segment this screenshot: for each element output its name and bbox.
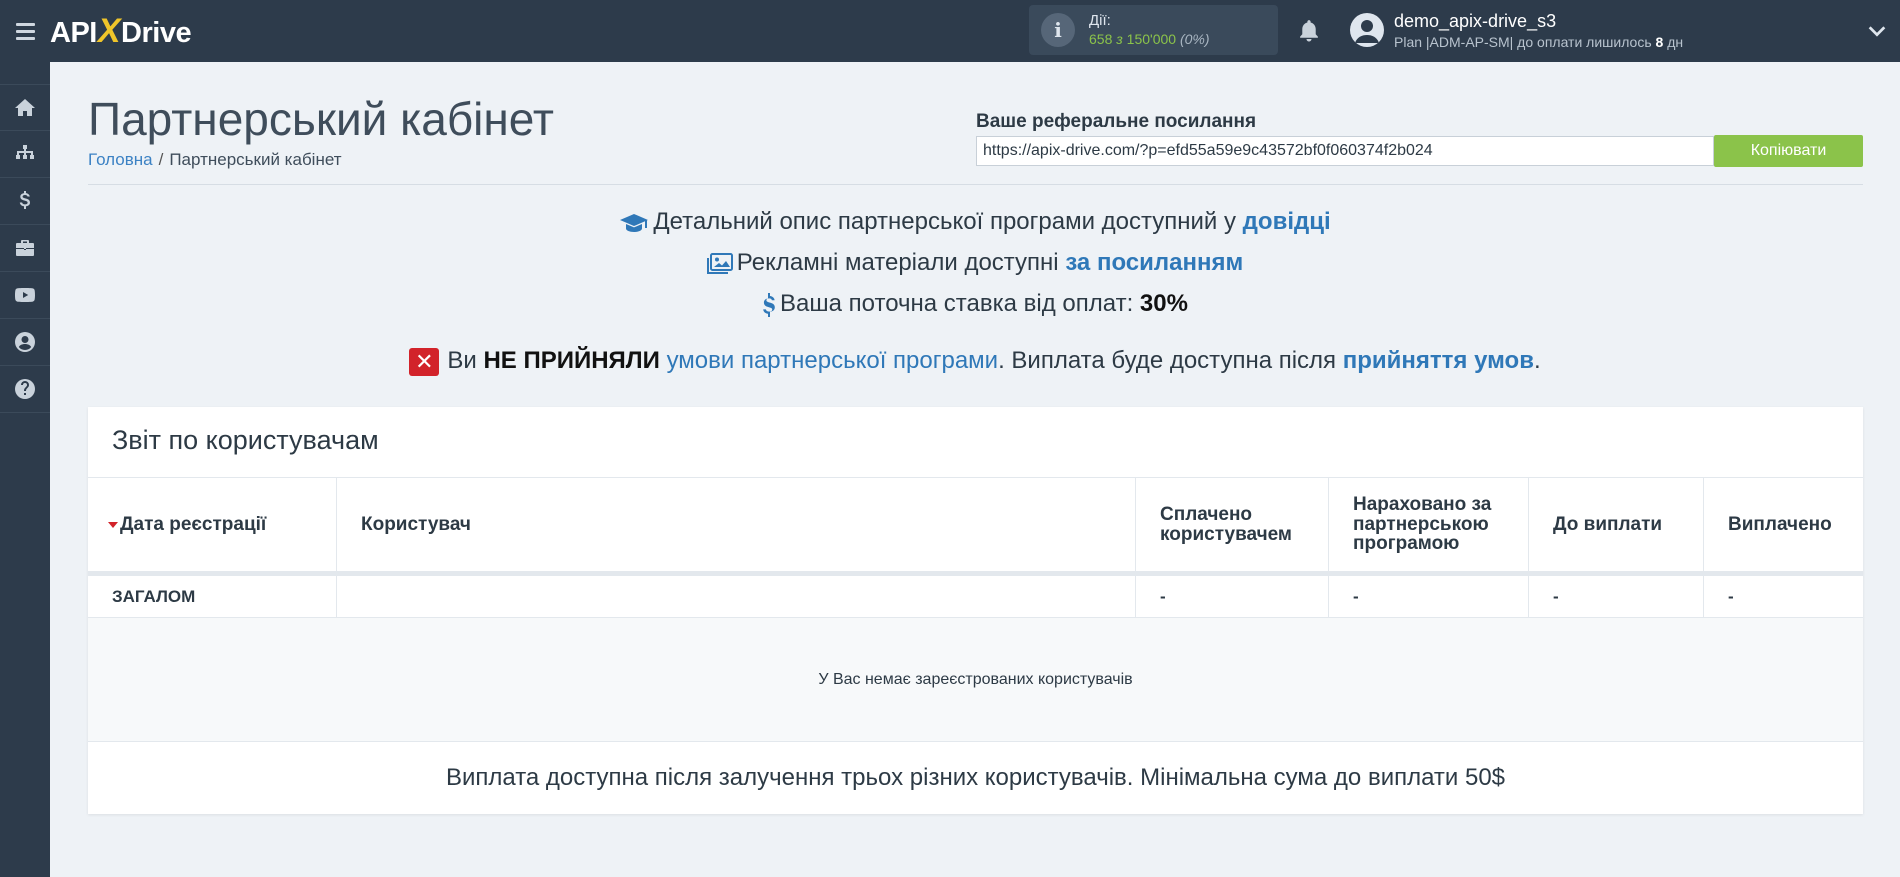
header-divider [88,184,1863,185]
info-line-rate-text: Ваша поточна ставка від оплат: [780,290,1134,317]
actions-of: з [1116,30,1123,47]
sort-desc-icon [108,521,118,528]
total-accrued: - [1329,576,1529,617]
column-accrued[interactable]: Нараховано за партнерською програмою [1329,478,1529,571]
apix-drive-logo[interactable]: API X Drive [50,11,192,51]
column-label: Виплачено [1728,513,1832,535]
breadcrumb: Головна / Партнерський кабінет [88,150,342,170]
actions-count: 658 з 150'000 (0%) [1089,31,1210,49]
breadcrumb-current: Партнерський кабінет [169,150,342,169]
user-icon [1355,20,1379,43]
sidebar [0,62,50,877]
referral-label: Ваше реферальне посилання [976,111,1257,132]
info-line-help-text: Детальний опис партнерської програми дос… [653,208,1236,235]
hamburger-icon [15,21,35,42]
column-label: Дата реєстрації [120,513,267,535]
bell-icon[interactable] [1296,18,1322,44]
help-link[interactable]: довідці [1243,208,1331,235]
total-user [337,576,1136,617]
dollar-icon [763,292,775,317]
materials-link[interactable]: за посиланням [1065,249,1243,276]
info-icon: i [1041,13,1075,47]
info-line-materials: Рекламні матеріали доступні за посилання… [0,249,1900,277]
referral-link-input[interactable] [976,136,1714,166]
sidebar-item-connections[interactable] [0,131,50,178]
copy-button[interactable]: Копіювати [1714,135,1863,167]
column-registration-date[interactable]: Дата реєстрації [88,478,337,571]
commission-rate: 30% [1139,290,1188,317]
payout-note: Виплата доступна після залучення трьох р… [445,764,1506,791]
logo-text-left: API [50,16,97,49]
actions-counter[interactable]: i Дії: 658 з 150'000 (0%) [1029,5,1278,55]
empty-state-message: У Вас немає зареєстрованих користувачів [88,618,1863,742]
users-report-card: Звіт по користувачам Дата реєстрації Кор… [88,407,1863,814]
logo-text-right: Drive [121,16,192,49]
top-bar: API X Drive [0,0,1900,62]
sidebar-item-home[interactable] [0,84,50,131]
column-to-pay[interactable]: До виплати [1529,478,1704,571]
column-label: Нараховано за партнерською програмою [1353,493,1492,555]
user-avatar[interactable] [1350,13,1384,47]
chevron-down-icon[interactable] [1866,20,1888,42]
graduation-cap-icon [620,213,649,232]
sitemap-icon [16,145,34,159]
total-to-pay: - [1529,576,1704,617]
breadcrumb-separator: / [158,150,164,169]
column-label: Сплачено користувачем [1160,503,1292,545]
column-label: Користувач [361,513,471,535]
plan-days-unit: дн [1667,34,1684,50]
total-label: ЗАГАЛОМ [88,576,337,617]
page-title: Партнерський кабінет [88,93,554,145]
logo-x: X [97,11,121,50]
report-title: Звіт по користувачам [112,425,379,455]
info-line-help: Детальний опис партнерської програми дос… [0,208,1900,236]
actions-percent: (0%) [1179,30,1210,47]
terms-not-accepted: НЕ ПРИЙНЯЛИ [483,347,660,374]
actions-total: 150'000 [1126,30,1177,47]
images-icon [706,252,733,274]
column-label: До виплати [1553,513,1663,535]
column-paid-out[interactable]: Виплачено [1704,478,1863,571]
actions-used: 658 [1089,30,1113,47]
program-terms-link[interactable]: умови партнерської програми [667,347,999,374]
column-user[interactable]: Користувач [337,478,1136,571]
user-plan: Plan |ADM-AP-SM| до оплати лишилось 8 дн [1394,34,1683,50]
plan-text: Plan |ADM-AP-SM| до оплати лишилось [1394,34,1652,50]
actions-title: Дії: [1089,11,1111,29]
column-paid-by-user[interactable]: Сплачено користувачем [1136,478,1329,571]
table-header: Дата реєстрації Користувач Сплачено кори… [88,478,1863,576]
terms-end: . [1533,347,1541,374]
user-name[interactable]: demo_apix-drive_s3 [1394,11,1556,32]
total-paid-by-user: - [1136,576,1329,617]
total-paid-out: - [1728,586,1734,606]
info-line-materials-text: Рекламні матеріали доступні [736,249,1059,276]
terms-warning: ✕ Ви НЕ ПРИЙНЯЛИ умови партнерської прогр… [0,347,1900,376]
terms-prefix: Ви [447,347,477,374]
terms-middle-text: . Виплата буде доступна після [998,347,1337,374]
table-row-total: ЗАГАЛОМ - - - - [88,576,1863,618]
close-icon: ✕ [409,347,440,376]
plan-days: 8 [1655,34,1664,50]
menu-toggle-button[interactable] [0,0,50,62]
home-icon [15,98,35,116]
info-line-rate: Ваша поточна ставка від оплат: 30% [0,290,1900,318]
accept-terms-link[interactable]: прийняття умов [1343,347,1534,374]
help-icon [15,379,35,399]
breadcrumb-home-link[interactable]: Головна [88,150,153,169]
